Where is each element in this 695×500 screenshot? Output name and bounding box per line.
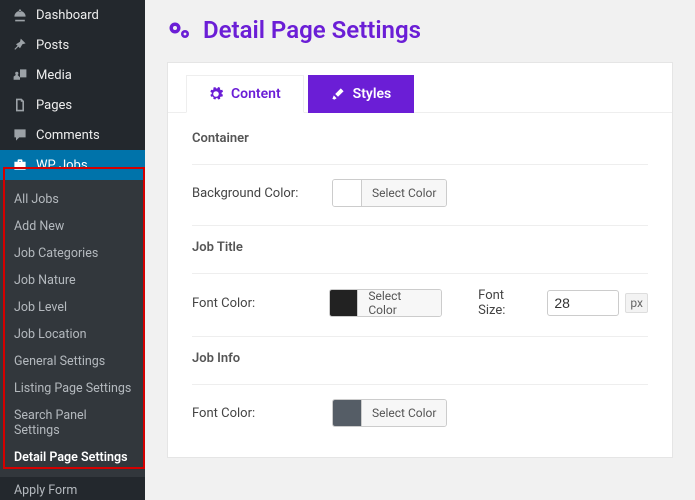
section-title-job-info: Job Info [192,351,648,366]
sidebar-item-label: Media [36,68,72,83]
label-font-size: Font Size: [478,288,533,318]
sidebar-sub-listing-page-settings[interactable]: Listing Page Settings [0,375,145,402]
section-title-job-title: Job Title [192,240,648,255]
briefcase-icon [10,157,30,173]
pages-icon [10,97,30,113]
sidebar-sub-all-jobs[interactable]: All Jobs [0,186,145,213]
main-content: Detail Page Settings Content Styles [145,0,695,500]
sidebar-item-wp-jobs[interactable]: WP Jobs [0,150,145,180]
sidebar-item-media[interactable]: Media [0,60,145,90]
sidebar-item-label: Pages [36,98,72,113]
admin-sidebar: Dashboard Posts Media Pages [0,0,145,500]
sidebar-item-dashboard[interactable]: Dashboard [0,0,145,30]
job-info-font-color-picker[interactable]: Select Color [332,399,447,427]
color-swatch [333,180,362,206]
label-font-color: Font Color: [192,296,329,311]
color-swatch [333,400,362,426]
tab-content[interactable]: Content [186,75,304,113]
sidebar-sub-general-settings[interactable]: General Settings [0,348,145,375]
sidebar-item-pages[interactable]: Pages [0,90,145,120]
select-color-button[interactable]: Select Color [362,180,446,206]
select-color-button[interactable]: Select Color [362,400,446,426]
sidebar-sub-job-categories[interactable]: Job Categories [0,240,145,267]
gears-icon [167,19,193,41]
label-background-color: Background Color: [192,186,332,201]
sidebar-sub-detail-page-settings[interactable]: Detail Page Settings [0,444,145,471]
brush-icon [331,87,345,101]
sidebar-item-posts[interactable]: Posts [0,30,145,60]
pin-icon [10,37,30,53]
tab-label: Content [231,86,281,102]
wp-jobs-submenu: All Jobs Add New Job Categories Job Natu… [0,180,145,477]
unit-px: px [625,293,648,313]
media-icon [10,67,30,83]
tabs: Content Styles [168,63,672,113]
label-font-color: Font Color: [192,406,332,421]
sidebar-item-label: Comments [36,128,100,143]
background-color-picker[interactable]: Select Color [332,179,447,207]
comments-icon [10,127,30,143]
sidebar-sub-add-new[interactable]: Add New [0,213,145,240]
sidebar-item-label: WP Jobs [36,158,88,173]
sidebar-item-comments[interactable]: Comments [0,120,145,150]
sidebar-sub-job-level[interactable]: Job Level [0,294,145,321]
sidebar-item-apply-form[interactable]: Apply Form [0,477,145,500]
settings-panel: Content Styles Container Background Colo… [167,62,673,458]
sidebar-item-label: Posts [36,38,69,53]
select-color-button[interactable]: Select Color [358,290,441,316]
sidebar-sub-search-panel-settings[interactable]: Search Panel Settings [0,402,145,444]
color-swatch [330,290,358,316]
page-title: Detail Page Settings [167,16,673,44]
font-size-input[interactable] [547,290,619,316]
page-title-text: Detail Page Settings [203,16,421,44]
sidebar-sub-job-nature[interactable]: Job Nature [0,267,145,294]
gear-icon [209,87,223,101]
section-title-container: Container [192,131,648,146]
sidebar-sub-job-location[interactable]: Job Location [0,321,145,348]
job-title-font-color-picker[interactable]: Select Color [329,289,442,317]
sidebar-item-label: Dashboard [36,8,99,23]
tab-label: Styles [353,86,392,102]
tab-styles[interactable]: Styles [308,75,415,113]
dashboard-icon [10,7,30,23]
